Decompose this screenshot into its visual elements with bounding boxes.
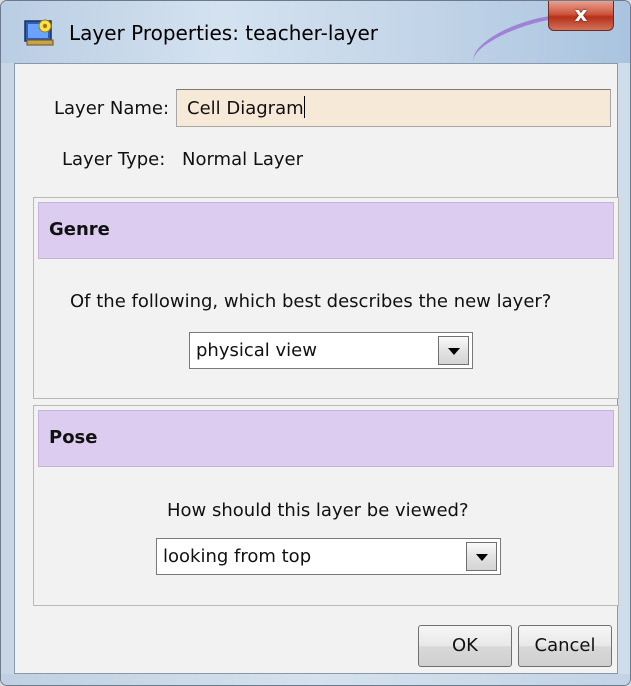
close-button[interactable]: x [548,1,614,31]
pose-section: Pose How should this layer be viewed? lo… [33,405,619,606]
genre-selected-value: physical view [196,340,317,361]
pose-header: Pose [38,410,614,467]
layer-type-value: Normal Layer [182,149,304,170]
genre-title: Genre [49,219,110,240]
layer-name-input[interactable]: Cell Diagram [176,89,611,127]
cancel-button[interactable]: Cancel [518,625,612,667]
text-caret [303,96,305,118]
window-title: Layer Properties: teacher-layer [69,21,379,45]
chevron-down-icon[interactable] [438,336,469,365]
genre-question: Of the following, which best describes t… [70,291,552,312]
pose-select[interactable]: looking from top [156,538,501,575]
layer-type-label: Layer Type: [62,149,166,170]
chevron-down-icon[interactable] [466,542,497,571]
genre-select[interactable]: physical view [189,332,473,369]
layer-name-value: Cell Diagram [187,98,304,119]
window-bottom-border [1,674,630,685]
pose-question: How should this layer be viewed? [167,500,469,521]
title-bar[interactable]: Layer Properties: teacher-layer x [1,1,630,83]
genre-section: Genre Of the following, which best descr… [33,197,619,399]
genre-header: Genre [38,202,614,259]
ok-button[interactable]: OK [418,625,512,667]
layer-name-label: Layer Name: [54,98,170,119]
dialog-window: Layer Properties: teacher-layer x Layer … [0,0,631,686]
pose-title: Pose [49,427,98,448]
pose-selected-value: looking from top [163,546,312,567]
layer-app-icon [24,19,54,46]
